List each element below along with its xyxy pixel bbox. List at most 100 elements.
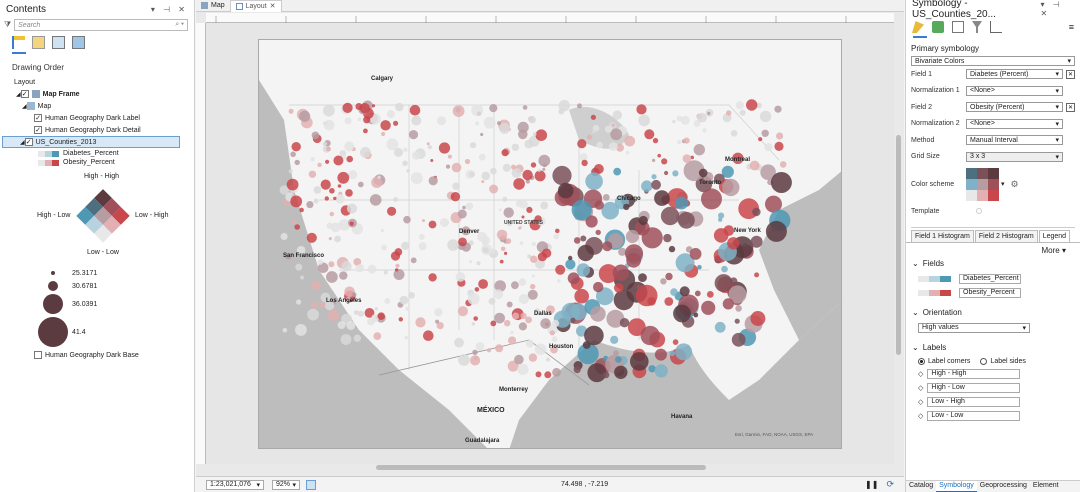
filter-icon[interactable]: ⧩ bbox=[4, 20, 11, 30]
search-input[interactable]: Search ⌕ ▾ bbox=[14, 19, 188, 31]
county-point bbox=[698, 168, 708, 178]
map-frame[interactable]: Calgary Montreal Toronto Chicago New Yor… bbox=[258, 39, 842, 449]
tab-field1-histogram[interactable]: Field 1 Histogram bbox=[911, 229, 974, 242]
county-point bbox=[518, 322, 527, 331]
label-classes-icon[interactable] bbox=[952, 21, 964, 33]
histogram-icon[interactable] bbox=[990, 21, 1002, 33]
pane-controls[interactable]: ▾ ⊣ ✕ bbox=[1040, 0, 1074, 18]
orientation-section[interactable]: ⌄ Orientation bbox=[906, 304, 1080, 321]
splitter[interactable] bbox=[911, 220, 1075, 228]
left-corner-icon: ◇ bbox=[918, 384, 924, 392]
template-toggle[interactable] bbox=[976, 208, 982, 215]
filter-icon[interactable] bbox=[972, 21, 982, 33]
field2-expression-button[interactable]: ✕ bbox=[1066, 102, 1075, 112]
map-node[interactable]: ◢ Map bbox=[14, 100, 194, 112]
legend-field2-label[interactable]: Obesity_Percent bbox=[959, 287, 1021, 298]
gear-icon[interactable]: ⚙ bbox=[1011, 179, 1019, 190]
county-point bbox=[374, 307, 378, 311]
zoom-dropdown[interactable]: 92% ▾ bbox=[272, 479, 300, 490]
county-point bbox=[428, 273, 437, 282]
tab-element[interactable]: Element bbox=[1030, 481, 1062, 492]
tab-field2-histogram[interactable]: Field 2 Histogram bbox=[974, 229, 1038, 242]
county-point bbox=[535, 371, 542, 378]
list-by-drawing-order-icon[interactable] bbox=[12, 36, 25, 49]
legend-field1-label[interactable]: Diabetes_Percent bbox=[959, 273, 1021, 284]
county-point bbox=[337, 321, 346, 330]
county-point bbox=[353, 334, 361, 342]
layer-label[interactable]: ✓ Human Geography Dark Label bbox=[14, 112, 194, 124]
labels-section[interactable]: ⌄ Labels bbox=[906, 339, 1080, 356]
county-point bbox=[398, 317, 403, 322]
layer-counties[interactable]: ◢ ✓ US_Counties_2013 bbox=[2, 136, 180, 148]
county-point bbox=[654, 190, 670, 206]
label-sides-radio[interactable]: Label sides bbox=[980, 357, 1026, 365]
county-point bbox=[472, 349, 478, 355]
search-icon: ⌕ ▾ bbox=[175, 21, 184, 28]
normalization1-dropdown[interactable]: <None> ▾ bbox=[966, 85, 1063, 96]
list-by-editing-icon[interactable] bbox=[72, 36, 85, 49]
county-point bbox=[410, 172, 423, 185]
color-scheme-picker[interactable]: ▾ bbox=[966, 167, 1005, 201]
menu-icon[interactable]: ≡ bbox=[1069, 22, 1074, 32]
label-low-high-input[interactable]: Low - High bbox=[927, 396, 1021, 407]
horizontal-scrollbar[interactable] bbox=[376, 465, 706, 470]
refresh-icon[interactable]: ⟳ bbox=[886, 479, 894, 490]
map-label-mexico: MÉXICO bbox=[477, 405, 505, 414]
vary-symbology-icon[interactable] bbox=[932, 21, 944, 33]
close-icon[interactable]: ✕ bbox=[270, 2, 276, 10]
county-point bbox=[363, 116, 371, 124]
county-point bbox=[462, 205, 466, 210]
county-point bbox=[660, 278, 667, 285]
label-high-low-input[interactable]: High - Low bbox=[927, 382, 1021, 393]
primary-symbology-icon[interactable] bbox=[912, 21, 924, 33]
county-point bbox=[759, 110, 772, 123]
label-corners-radio[interactable]: Label corners bbox=[918, 357, 970, 365]
field1-expression-button[interactable]: ✕ bbox=[1066, 69, 1075, 79]
grid-size-dropdown[interactable]: 3 x 3 ▾ bbox=[966, 151, 1063, 162]
county-point bbox=[610, 335, 619, 344]
scale-dropdown[interactable]: 1:23,021,076 ▾ bbox=[206, 479, 264, 490]
tab-geoprocessing[interactable]: Geoprocessing bbox=[977, 481, 1030, 492]
symbology-method-dropdown[interactable]: Bivariate Colors ▾ bbox=[911, 56, 1075, 66]
county-point bbox=[750, 235, 763, 248]
county-point bbox=[534, 170, 546, 182]
vertical-scrollbar[interactable] bbox=[896, 135, 901, 355]
county-point bbox=[535, 129, 548, 141]
method-dropdown[interactable]: Manual Interval ▾ bbox=[966, 135, 1063, 146]
more-button[interactable]: More ▾ bbox=[906, 243, 1080, 255]
pause-drawing-icon[interactable]: ❚❚ bbox=[865, 480, 878, 489]
county-point bbox=[489, 104, 498, 113]
orientation-dropdown[interactable]: High values ▾ bbox=[918, 322, 1030, 333]
pane-controls[interactable]: ▾ ⊣ ✕ bbox=[151, 5, 188, 14]
label-high-high-input[interactable]: High - High bbox=[927, 368, 1021, 379]
layer-detail[interactable]: ✓ Human Geography Dark Detail bbox=[14, 124, 194, 136]
county-point bbox=[726, 110, 732, 116]
tab-layout[interactable]: Layout ✕ bbox=[229, 0, 282, 12]
field1-dropdown[interactable]: Diabetes (Percent) ▾ bbox=[966, 69, 1063, 80]
list-by-selection-icon[interactable] bbox=[52, 36, 65, 49]
county-point bbox=[758, 137, 763, 142]
county-point bbox=[502, 163, 511, 172]
county-point bbox=[447, 154, 452, 159]
county-point bbox=[683, 137, 690, 144]
tab-symbology[interactable]: Symbology bbox=[936, 481, 977, 492]
fields-section[interactable]: ⌄ Fields bbox=[906, 255, 1080, 272]
county-point bbox=[497, 121, 501, 126]
layout-node[interactable]: Layout bbox=[14, 76, 194, 88]
field2-dropdown[interactable]: Obesity (Percent) ▾ bbox=[966, 102, 1063, 113]
normalization2-dropdown[interactable]: <None> ▾ bbox=[966, 118, 1063, 129]
county-point bbox=[367, 317, 375, 326]
county-point bbox=[654, 348, 667, 361]
list-by-source-icon[interactable] bbox=[32, 36, 45, 49]
fixed-zoom-icon[interactable] bbox=[306, 479, 316, 490]
tab-catalog[interactable]: Catalog bbox=[906, 481, 936, 492]
county-point bbox=[295, 324, 307, 336]
map-frame-node[interactable]: ◢ ✓ Map Frame bbox=[14, 88, 194, 100]
county-point bbox=[544, 371, 552, 379]
label-low-low-input[interactable]: Low - Low bbox=[927, 410, 1021, 421]
tab-map[interactable]: Map bbox=[196, 0, 230, 12]
tab-legend[interactable]: Legend bbox=[1038, 229, 1071, 242]
map-attribution: Esri, Garmin, FAO, NOAA, USGS, EPA bbox=[735, 432, 813, 437]
layout-canvas[interactable]: Calgary Montreal Toronto Chicago New Yor… bbox=[206, 23, 894, 470]
county-point bbox=[322, 141, 328, 146]
